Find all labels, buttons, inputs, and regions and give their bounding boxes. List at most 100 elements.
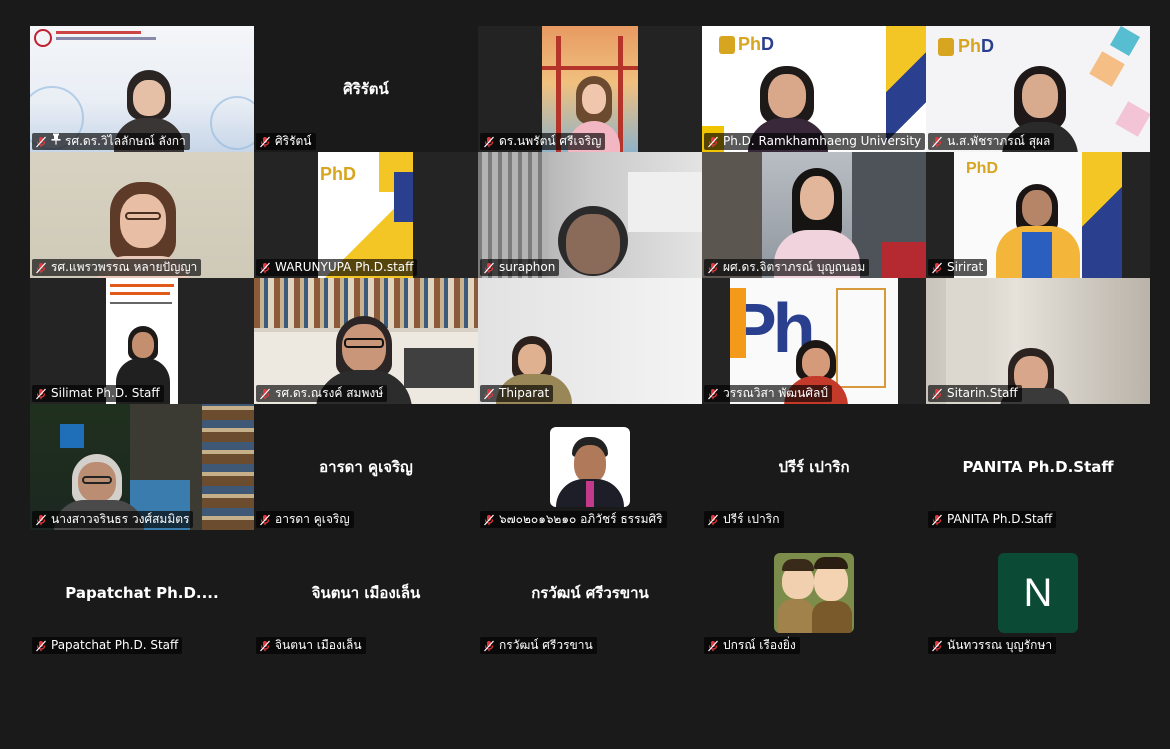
participant-name-label: อารดา คูเจริญ [256, 511, 354, 528]
participant-name: รศ.ดร.วิไลลักษณ์ ลังกา [65, 134, 186, 148]
mic-muted-icon [483, 514, 495, 526]
participant-tile[interactable]: ปกรณ์ เรืองยิ่ง [702, 530, 926, 656]
participant-name-label: รศ.ดร.วิไลลักษณ์ ลังกา [32, 133, 190, 150]
mic-muted-icon [483, 640, 495, 652]
participant-name: Papatchat Ph.D. Staff [51, 638, 179, 652]
participant-name: อารดา คูเจริญ [275, 512, 350, 526]
participant-name: ผศ.ดร.จิตราภรณ์ บุญถนอม [723, 260, 866, 274]
participant-name-label: กรวัฒน์ ศรีวรขาน [480, 637, 597, 654]
participant-tile[interactable]: รศ.ดร.ณรงค์ สมพงษ์ [254, 278, 478, 404]
participant-name: นางสาวจรินธร วงศ์สมมิตร [51, 512, 190, 526]
mic-muted-icon [35, 388, 47, 400]
participant-name: ศิริรัตน์ [275, 134, 312, 148]
participant-name-label: รศ.ดร.ณรงค์ สมพงษ์ [256, 385, 388, 402]
participant-name-label: ศิริรัตน์ [256, 133, 316, 150]
participant-tile[interactable]: รศ.ดร.วิไลลักษณ์ ลังกา [30, 26, 254, 152]
participant-tile[interactable]: Silimat Ph.D. Staff [30, 278, 254, 404]
mic-muted-icon [35, 640, 47, 652]
avatar [774, 553, 854, 633]
participant-name-label: ดร.นพรัตน์ ศรีเจริญ [480, 133, 606, 150]
participant-tile[interactable]: ปรีร์ เปาริก ปรีร์ เปาริก [702, 404, 926, 530]
participant-tile[interactable]: อารดา คูเจริญ อารดา คูเจริญ [254, 404, 478, 530]
participant-name: รศ.ดร.ณรงค์ สมพงษ์ [275, 386, 384, 400]
mic-muted-icon [259, 262, 271, 274]
participant-tile[interactable]: PhD Sirirat [926, 152, 1150, 278]
mic-muted-icon [483, 262, 495, 274]
participant-name: ปรีร์ เปาริก [723, 512, 780, 526]
participant-name-label: PANITA Ph.D.Staff [928, 511, 1057, 528]
participant-name: WARUNYUPA Ph.D.staff [275, 260, 414, 274]
participant-name-label: ปกรณ์ เรืองยิ่ง [704, 637, 800, 654]
participant-tile[interactable]: รศ.แพรวพรรณ หลายปัญญา [30, 152, 254, 278]
participant-name-label: ปรีร์ เปาริก [704, 511, 784, 528]
mic-muted-icon [707, 136, 719, 148]
mic-muted-icon [931, 514, 943, 526]
participant-name: PANITA Ph.D.Staff [947, 512, 1053, 526]
participant-tile[interactable]: PhD น.ส.พัชราภรณ์ สุผล [926, 26, 1150, 152]
participant-name-label: Silimat Ph.D. Staff [32, 385, 164, 402]
participant-tile[interactable]: Ph วรรณวิสา พัฒนศิลป์ [702, 278, 926, 404]
mic-muted-icon [259, 136, 271, 148]
participant-tile[interactable]: suraphon [478, 152, 702, 278]
mic-muted-icon [259, 640, 271, 652]
mic-muted-icon [931, 388, 943, 400]
participant-name: ปกรณ์ เรืองยิ่ง [723, 638, 796, 652]
participant-name: suraphon [499, 260, 556, 274]
participant-name-label: Ph.D. Ramkhamhaeng University [704, 133, 926, 150]
participant-name-label: รศ.แพรวพรรณ หลายปัญญา [32, 259, 202, 276]
participant-name-label: Sirirat [928, 259, 988, 276]
participant-name-label: Sitarin.Staff [928, 385, 1022, 402]
participant-name: รศ.แพรวพรรณ หลายปัญญา [51, 260, 198, 274]
mic-muted-icon [483, 388, 495, 400]
participant-name-label: WARUNYUPA Ph.D.staff [256, 259, 418, 276]
participant-tile[interactable]: ผศ.ดร.จิตราภรณ์ บุญถนอม [702, 152, 926, 278]
mic-muted-icon [35, 262, 47, 274]
participant-name: กรวัฒน์ ศรีวรขาน [499, 638, 593, 652]
mic-muted-icon [931, 640, 943, 652]
participant-name: นันทวรรณ บุญรักษา [947, 638, 1053, 652]
participant-name: ดร.นพรัตน์ ศรีเจริญ [499, 134, 602, 148]
participant-tile[interactable]: กรวัฒน์ ศรีวรขาน กรวัฒน์ ศรีวรขาน [478, 530, 702, 656]
participant-name-label: นางสาวจรินธร วงศ์สมมิตร [32, 511, 194, 528]
participant-name: Sirirat [947, 260, 984, 274]
participant-tile[interactable]: PANITA Ph.D.Staff PANITA Ph.D.Staff [926, 404, 1150, 530]
participant-name: Silimat Ph.D. Staff [51, 386, 160, 400]
participant-name: วรรณวิสา พัฒนศิลป์ [723, 386, 828, 400]
video-grid: รศ.ดร.วิไลลักษณ์ ลังกา ศิริรัตน์ ศิริรัตน์… [30, 26, 1150, 656]
participant-tile[interactable]: PhD WARUNYUPA Ph.D.staff [254, 152, 478, 278]
participant-name: ๖๗๐๒๐๑๖๒๑๐ อภิวัชร์ ธรรมศิริ [499, 512, 663, 526]
participant-tile[interactable]: Sitarin.Staff [926, 278, 1150, 404]
participant-name: Thiparat [499, 386, 550, 400]
mic-muted-icon [259, 388, 271, 400]
mic-muted-icon [35, 514, 47, 526]
mic-muted-icon [931, 136, 943, 148]
participant-name: Ph.D. Ramkhamhaeng University [723, 134, 922, 148]
participant-tile[interactable]: Thiparat [478, 278, 702, 404]
participant-name-label: น.ส.พัชราภรณ์ สุผล [928, 133, 1055, 150]
participant-tile[interactable]: จินตนา เมืองเล็น จินตนา เมืองเล็น [254, 530, 478, 656]
participant-name-label: suraphon [480, 259, 560, 276]
participant-name-label: ผศ.ดร.จิตราภรณ์ บุญถนอม [704, 259, 870, 276]
participant-tile[interactable]: นางสาวจรินธร วงศ์สมมิตร [30, 404, 254, 530]
mic-muted-icon [931, 262, 943, 274]
participant-tile[interactable]: PhD Ph.D. Ramkhamhaeng University [702, 26, 926, 152]
participant-name: Sitarin.Staff [947, 386, 1018, 400]
participant-tile[interactable]: ศิริรัตน์ ศิริรัตน์ [254, 26, 478, 152]
participant-tile[interactable]: ดร.นพรัตน์ ศรีเจริญ [478, 26, 702, 152]
participant-name: น.ส.พัชราภรณ์ สุผล [947, 134, 1051, 148]
avatar: N [998, 553, 1078, 633]
mic-muted-icon [707, 514, 719, 526]
mic-muted-icon [35, 136, 47, 148]
participant-name-label: Papatchat Ph.D. Staff [32, 637, 183, 654]
participant-name-label: ๖๗๐๒๐๑๖๒๑๐ อภิวัชร์ ธรรมศิริ [480, 511, 667, 528]
mic-muted-icon [483, 136, 495, 148]
participant-name-label: นันทวรรณ บุญรักษา [928, 637, 1057, 654]
participant-tile[interactable]: N นันทวรรณ บุญรักษา [926, 530, 1150, 656]
mic-muted-icon [259, 514, 271, 526]
participant-tile[interactable]: Papatchat Ph.D.... Papatchat Ph.D. Staff [30, 530, 254, 656]
mic-muted-icon [707, 640, 719, 652]
mic-muted-icon [707, 388, 719, 400]
participant-tile[interactable]: ๖๗๐๒๐๑๖๒๑๐ อภิวัชร์ ธรรมศิริ [478, 404, 702, 530]
pin-icon [51, 133, 61, 150]
mic-muted-icon [707, 262, 719, 274]
